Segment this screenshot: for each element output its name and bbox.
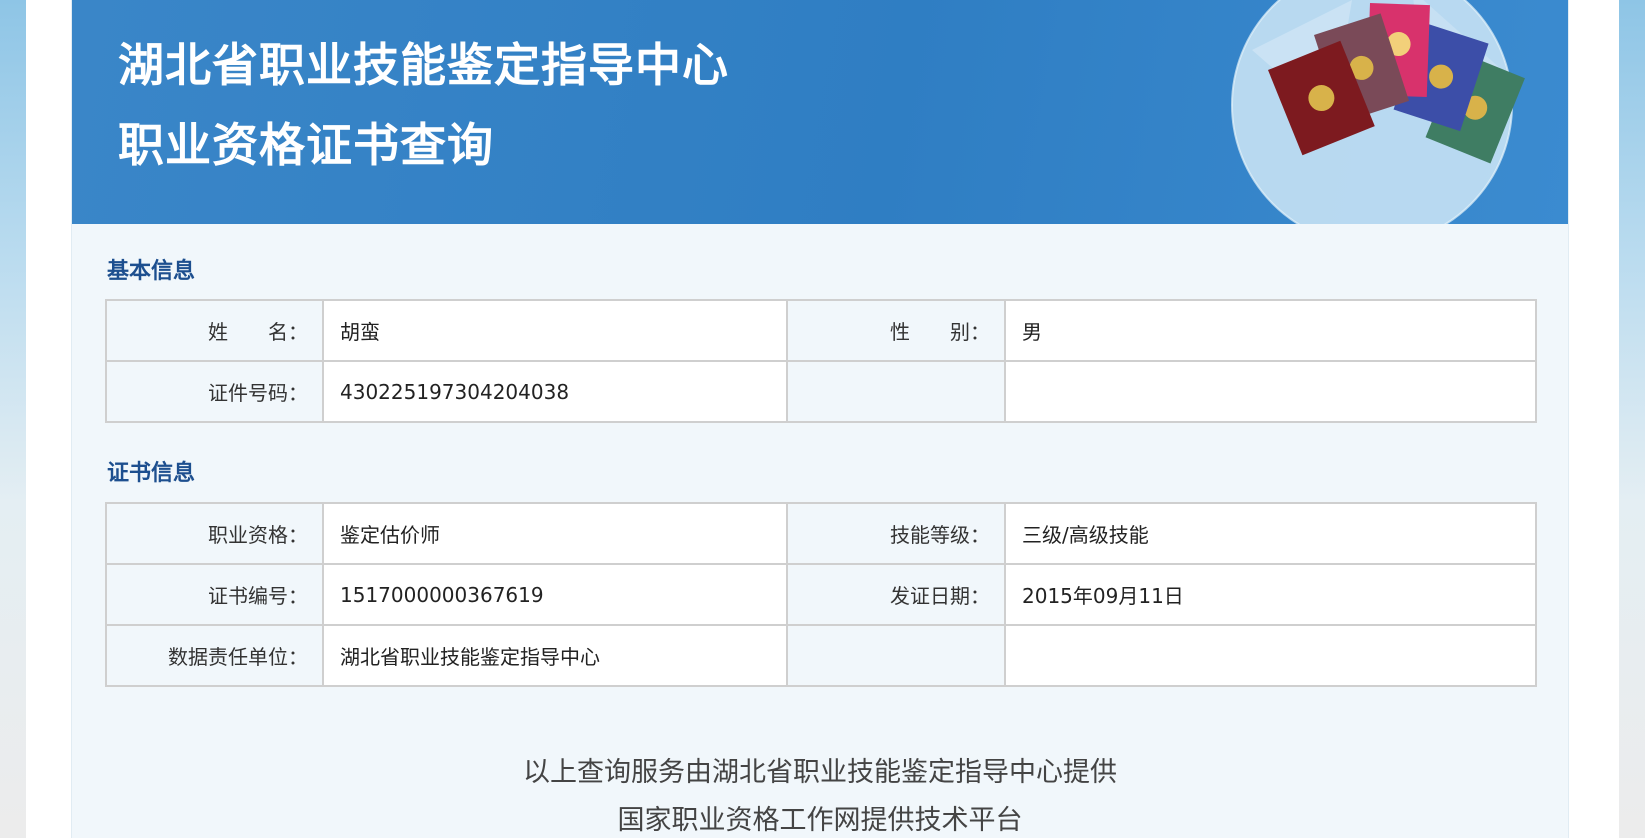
data-unit-label: 数据责任单位：: [105, 624, 324, 687]
empty-cell: [1004, 624, 1537, 687]
certificate-info-heading: 证书信息: [107, 461, 196, 486]
gender-value: 男: [1004, 299, 1537, 362]
issue-date-value: 2015年09月11日: [1004, 563, 1537, 626]
table-row: 姓 名： 胡蛮 性 别： 男: [105, 299, 1537, 362]
skill-level-value: 三级/高级技能: [1004, 502, 1537, 565]
data-unit-value: 湖北省职业技能鉴定指导中心: [322, 624, 788, 687]
id-number-value: 430225197304204038: [322, 360, 788, 423]
occupation-value: 鉴定估价师: [322, 502, 788, 565]
table-row: 数据责任单位： 湖北省职业技能鉴定指导中心: [105, 624, 1537, 687]
name-label: 姓 名：: [105, 299, 324, 362]
certificate-number-label: 证书编号：: [105, 563, 324, 626]
certificate-info-table: 职业资格： 鉴定估价师 技能等级： 三级/高级技能 证书编号： 15170000…: [105, 502, 1537, 687]
table-row: 职业资格： 鉴定估价师 技能等级： 三级/高级技能: [105, 502, 1537, 565]
certificate-books-illustration: [1231, 0, 1525, 224]
id-number-label: 证件号码：: [105, 360, 324, 423]
basic-info-table: 姓 名： 胡蛮 性 别： 男 证件号码： 430225197304204038: [105, 299, 1537, 423]
banner-title-org: 湖北省职业技能鉴定指导中心: [118, 38, 729, 92]
content-container: 湖北省职业技能鉴定指导中心 职业资格证书查询 基本信息 姓 名： 胡蛮 性 别：…: [71, 0, 1569, 838]
footer-platform-provider: 国家职业资格工作网提供技术平台: [617, 805, 1023, 836]
occupation-label: 职业资格：: [105, 502, 324, 565]
banner-title-query: 职业资格证书查询: [118, 118, 494, 172]
table-row: 证书编号： 1517000000367619 发证日期： 2015年09月11日: [105, 563, 1537, 626]
page-background-right: [1619, 0, 1645, 838]
empty-cell: [786, 360, 1006, 423]
footer-service-provider: 以上查询服务由湖北省职业技能鉴定指导中心提供: [523, 757, 1117, 788]
header-banner: 湖北省职业技能鉴定指导中心 职业资格证书查询: [72, 0, 1568, 224]
empty-cell: [786, 624, 1006, 687]
page-background-left: [0, 0, 26, 838]
gender-label: 性 别：: [786, 299, 1006, 362]
issue-date-label: 发证日期：: [786, 563, 1006, 626]
table-row: 证件号码： 430225197304204038: [105, 360, 1537, 423]
empty-cell: [1004, 360, 1537, 423]
name-value: 胡蛮: [322, 299, 788, 362]
skill-level-label: 技能等级：: [786, 502, 1006, 565]
basic-info-heading: 基本信息: [107, 259, 196, 284]
certificate-number-value: 1517000000367619: [322, 563, 788, 626]
